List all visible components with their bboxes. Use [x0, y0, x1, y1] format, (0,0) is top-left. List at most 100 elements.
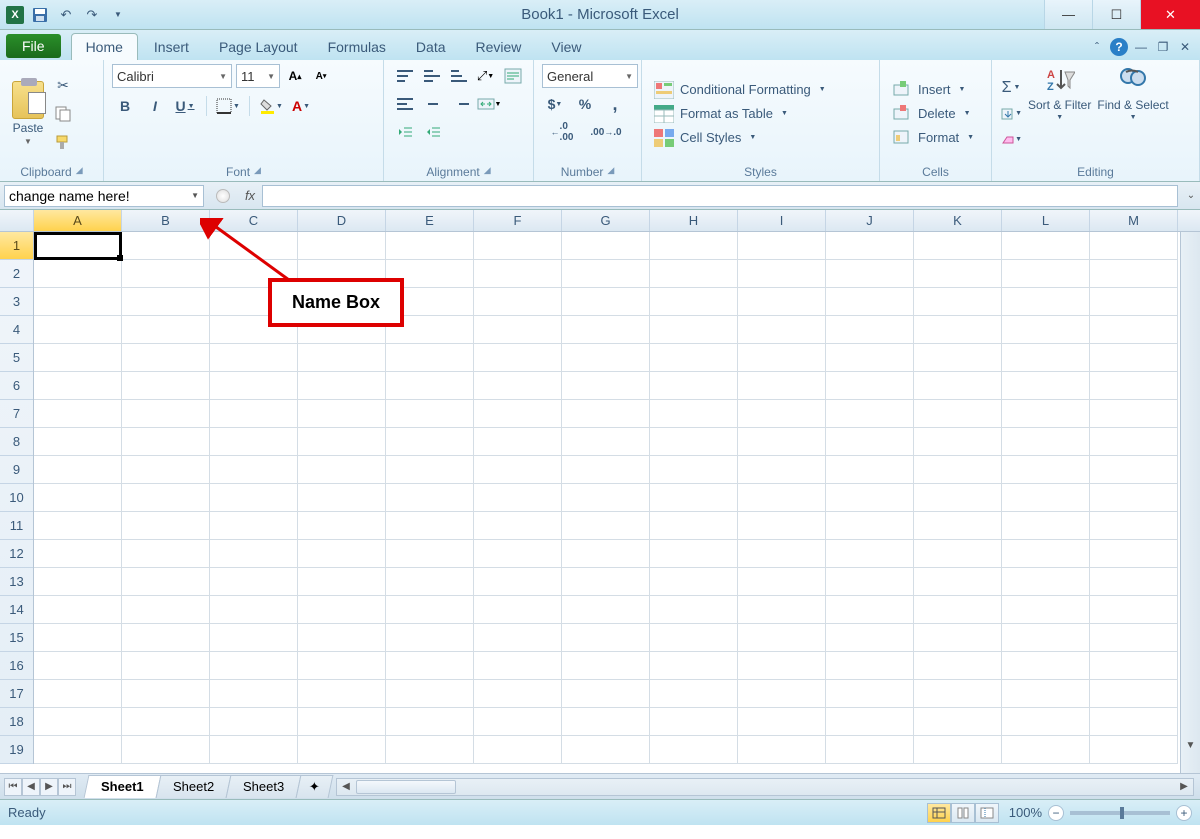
cell[interactable]: [122, 288, 210, 316]
cell[interactable]: [298, 512, 386, 540]
horizontal-scrollbar[interactable]: ◀▶: [336, 778, 1194, 796]
sheet-tab-sheet1[interactable]: Sheet1: [84, 775, 162, 798]
cell[interactable]: [474, 680, 562, 708]
row-header-19[interactable]: 19: [0, 736, 33, 764]
delete-cells-button[interactable]: Delete▼: [888, 103, 983, 125]
underline-button[interactable]: U▼: [172, 94, 198, 118]
cell[interactable]: [474, 568, 562, 596]
cell[interactable]: [298, 708, 386, 736]
cell[interactable]: [210, 736, 298, 764]
tab-review[interactable]: Review: [462, 34, 536, 60]
align-middle-icon[interactable]: [419, 64, 444, 88]
cell[interactable]: [914, 344, 1002, 372]
cell[interactable]: [386, 232, 474, 260]
cell[interactable]: [1002, 316, 1090, 344]
cell[interactable]: [122, 260, 210, 288]
format-cells-button[interactable]: Format▼: [888, 127, 983, 149]
undo-icon[interactable]: ↶: [56, 5, 76, 25]
tab-data[interactable]: Data: [402, 34, 460, 60]
cell[interactable]: [826, 568, 914, 596]
qat-customize-icon[interactable]: ▼: [108, 5, 128, 25]
cell[interactable]: [1090, 624, 1178, 652]
minimize-button[interactable]: —: [1044, 0, 1092, 29]
cell[interactable]: [34, 652, 122, 680]
help-icon[interactable]: ?: [1110, 38, 1128, 56]
fill-button[interactable]: ▼: [1000, 103, 1022, 125]
autosum-button[interactable]: Σ▼: [1000, 77, 1022, 99]
cell[interactable]: [562, 568, 650, 596]
cell[interactable]: [1090, 484, 1178, 512]
cell[interactable]: [826, 680, 914, 708]
tab-file[interactable]: File: [6, 34, 61, 58]
cell[interactable]: [34, 568, 122, 596]
row-header-18[interactable]: 18: [0, 708, 33, 736]
cell[interactable]: [386, 400, 474, 428]
cell[interactable]: [34, 456, 122, 484]
cell[interactable]: [914, 652, 1002, 680]
cell[interactable]: [210, 512, 298, 540]
align-center-icon[interactable]: [420, 92, 446, 116]
cell[interactable]: [474, 736, 562, 764]
cell[interactable]: [562, 512, 650, 540]
format-as-table-button[interactable]: Format as Table▼: [650, 103, 871, 125]
cell[interactable]: [474, 232, 562, 260]
cell[interactable]: [738, 512, 826, 540]
cell[interactable]: [1002, 400, 1090, 428]
tab-page-layout[interactable]: Page Layout: [205, 34, 312, 60]
row-header-2[interactable]: 2: [0, 260, 33, 288]
row-header-11[interactable]: 11: [0, 512, 33, 540]
cell[interactable]: [210, 708, 298, 736]
cell[interactable]: [34, 540, 122, 568]
italic-button[interactable]: I: [142, 94, 168, 118]
align-left-icon[interactable]: [392, 92, 418, 116]
cell[interactable]: [122, 652, 210, 680]
zoom-level[interactable]: 100%: [1009, 805, 1042, 820]
cell[interactable]: [34, 708, 122, 736]
cell[interactable]: [474, 512, 562, 540]
increase-indent-icon[interactable]: [420, 120, 446, 144]
cell[interactable]: [1002, 484, 1090, 512]
cell[interactable]: [1002, 260, 1090, 288]
cell[interactable]: [298, 736, 386, 764]
cell[interactable]: [826, 344, 914, 372]
cell[interactable]: [562, 484, 650, 512]
expand-formula-bar-icon[interactable]: ⌄: [1182, 190, 1200, 201]
cell[interactable]: [562, 372, 650, 400]
cell[interactable]: [1002, 428, 1090, 456]
minimize-ribbon-icon[interactable]: ˆ: [1088, 38, 1106, 56]
cell[interactable]: [826, 232, 914, 260]
cell[interactable]: [826, 512, 914, 540]
cell[interactable]: [1090, 568, 1178, 596]
cell[interactable]: [738, 624, 826, 652]
cell[interactable]: [386, 512, 474, 540]
cell[interactable]: [914, 540, 1002, 568]
cell[interactable]: [738, 652, 826, 680]
bold-button[interactable]: B: [112, 94, 138, 118]
cell[interactable]: [738, 400, 826, 428]
fill-color-button[interactable]: ▼: [258, 94, 284, 118]
tab-insert[interactable]: Insert: [140, 34, 203, 60]
cell[interactable]: [826, 400, 914, 428]
sort-filter-button[interactable]: AZ Sort & Filter▼: [1028, 64, 1091, 163]
cell[interactable]: [122, 624, 210, 652]
cell[interactable]: [474, 428, 562, 456]
cell[interactable]: [826, 428, 914, 456]
cell[interactable]: [34, 624, 122, 652]
cell[interactable]: [386, 344, 474, 372]
tab-home[interactable]: Home: [71, 33, 138, 60]
cell[interactable]: [738, 680, 826, 708]
cell[interactable]: [914, 736, 1002, 764]
cell[interactable]: [34, 484, 122, 512]
clear-button[interactable]: ▼: [1000, 129, 1022, 151]
decrease-font-icon[interactable]: A▾: [310, 65, 332, 87]
cell[interactable]: [122, 736, 210, 764]
cell[interactable]: [650, 568, 738, 596]
cell[interactable]: [650, 316, 738, 344]
cell[interactable]: [826, 288, 914, 316]
cell[interactable]: [122, 316, 210, 344]
cell[interactable]: [298, 652, 386, 680]
cell[interactable]: [386, 680, 474, 708]
cancel-formula-icon[interactable]: [216, 189, 230, 203]
cell[interactable]: [34, 288, 122, 316]
cell[interactable]: [738, 540, 826, 568]
